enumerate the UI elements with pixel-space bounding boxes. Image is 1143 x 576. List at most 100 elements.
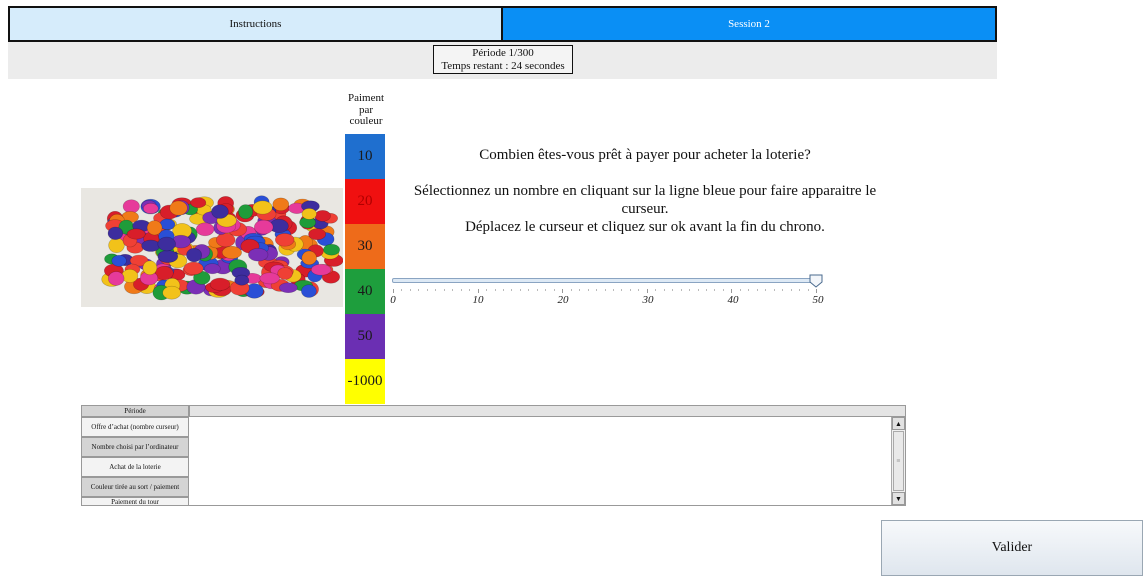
chip: [209, 277, 231, 291]
chip: [234, 274, 250, 286]
chip: [108, 237, 125, 253]
slider-tick: [587, 289, 589, 291]
chip: [107, 226, 124, 240]
slider-tick: [790, 289, 792, 291]
slider-tick: [629, 289, 631, 291]
payment-value: 30: [357, 238, 373, 254]
chip: [275, 233, 295, 247]
payment-value: 40: [357, 283, 373, 299]
payment-cell-purple: 50: [345, 314, 385, 359]
instruction-line-2: curseur.: [621, 201, 669, 217]
chip: [314, 210, 331, 222]
chip: [108, 271, 125, 286]
slider-tick: [646, 289, 648, 293]
chip: [272, 197, 290, 211]
slider-thumb[interactable]: [809, 274, 823, 288]
chip: [279, 282, 298, 293]
slider-tick-label: 30: [642, 294, 654, 306]
slider-tick: [714, 289, 716, 291]
colored-chips-image: [81, 188, 343, 307]
chip: [323, 243, 341, 256]
slider-tick: [477, 289, 479, 293]
slider-tick: [799, 289, 801, 291]
chip: [183, 261, 204, 275]
slider-tick-label: 20: [557, 294, 569, 306]
slider-tick: [494, 289, 496, 291]
slider-tick: [443, 289, 445, 291]
slider-tick: [435, 289, 437, 291]
slider-tick: [401, 289, 403, 291]
slider-tick: [562, 289, 564, 293]
payment-cell-blue: 10: [345, 134, 385, 179]
table-row-label-lottery-purchase: Achat de la loterie: [81, 457, 189, 477]
slider-tick: [638, 289, 640, 291]
slider-tick: [553, 289, 555, 291]
slider-tick: [621, 289, 623, 291]
slider-tick-label: 0: [390, 294, 396, 306]
tab-session[interactable]: Session 2: [503, 6, 997, 42]
scroll-down-icon[interactable]: ▼: [892, 492, 905, 505]
chip: [310, 263, 332, 276]
chip: [221, 245, 242, 259]
payment-cell-yellow: -1000: [345, 359, 385, 404]
scroll-thumb[interactable]: ≡: [893, 431, 904, 491]
slider-tick: [604, 289, 606, 291]
slider-tick: [663, 289, 665, 291]
slider-tick: [418, 289, 420, 291]
slider-tick: [722, 289, 724, 291]
slider-tick: [579, 289, 581, 291]
bid-slider-track[interactable]: [392, 278, 817, 283]
slider-tick-label: 40: [727, 294, 739, 306]
chip: [254, 219, 274, 235]
chip: [301, 208, 317, 220]
chip: [121, 269, 139, 283]
chip: [126, 228, 146, 240]
chip: [259, 272, 280, 285]
chip: [238, 204, 254, 220]
slider-tick: [570, 289, 572, 291]
chip: [301, 250, 317, 266]
chip: [141, 239, 161, 252]
slider-tick: [816, 289, 817, 293]
slider-tick: [545, 289, 547, 291]
scroll-up-icon[interactable]: ▲: [892, 417, 905, 430]
table-row-label-computer-number: Nombre choisi par l’ordinateur: [81, 437, 189, 457]
chip: [142, 260, 158, 276]
chip: [216, 232, 236, 248]
slider-tick: [782, 289, 784, 291]
slider-tick: [393, 289, 394, 293]
slider-tick-label: 50: [812, 294, 824, 306]
chip: [146, 220, 163, 236]
chip: [211, 204, 229, 219]
payment-value: 50: [357, 328, 373, 344]
period-timer-box: Période 1/300 Temps restant : 24 seconde…: [433, 45, 573, 74]
chip: [143, 203, 159, 214]
slider-tick: [486, 289, 488, 291]
chip: [301, 284, 317, 298]
instruction-line-1: Sélectionnez un nombre en cliquant sur l…: [413, 183, 877, 199]
table-row-label-period: Période: [81, 405, 189, 417]
slider-tick: [511, 289, 513, 291]
chip: [248, 247, 269, 262]
payment-cell-orange: 30: [345, 224, 385, 269]
chip: [111, 254, 127, 267]
slider-tick: [655, 289, 657, 291]
chip: [122, 199, 140, 214]
slider-tick: [739, 289, 741, 291]
payment-value: -1000: [347, 373, 383, 389]
slider-tick: [536, 289, 538, 291]
chip: [157, 250, 179, 263]
table-scrollbar[interactable]: ▲ ≡ ▼: [891, 417, 905, 505]
slider-tick: [409, 289, 411, 291]
payment-column-header: Paiment par couleur: [344, 92, 388, 128]
slider-tick: [765, 289, 767, 291]
slider-tick: [731, 289, 733, 293]
table-column-header: [189, 405, 906, 417]
slider-tick: [689, 289, 691, 291]
table-row-label-round-payment: Paiement du tour: [81, 497, 189, 506]
slider-tick: [773, 289, 775, 291]
slider-tick: [528, 289, 530, 291]
validate-button[interactable]: Valider: [881, 520, 1143, 576]
slider-tick: [697, 289, 699, 291]
tab-instructions[interactable]: Instructions: [8, 6, 503, 42]
